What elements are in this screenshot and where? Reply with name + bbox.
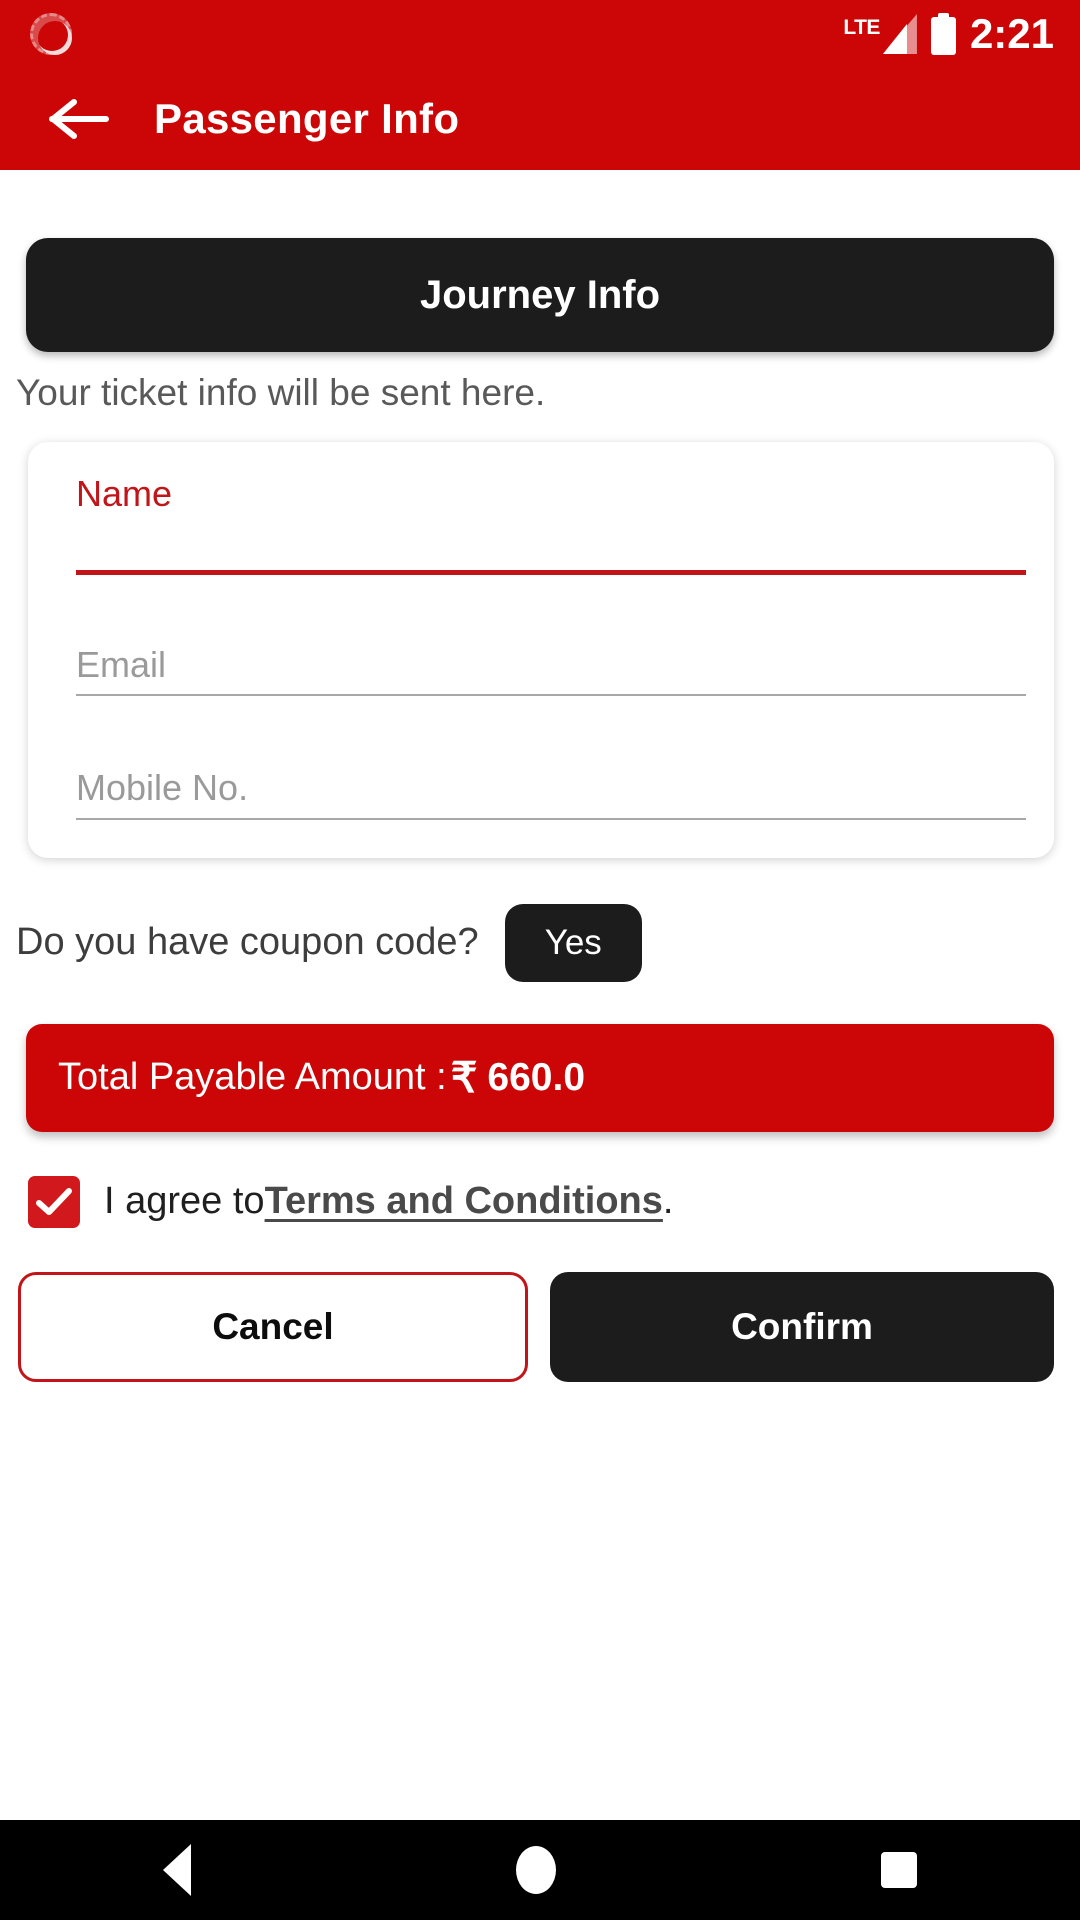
name-field[interactable]: Name: [52, 474, 1026, 575]
coupon-yes-label: Yes: [544, 922, 602, 962]
status-bar-clock: 2:21: [969, 10, 1054, 57]
android-navigation-bar: [0, 1820, 1080, 1920]
passenger-form-card: Name Email Mobile No.: [28, 442, 1054, 858]
ticket-info-note: Your ticket info will be sent here.: [16, 372, 546, 413]
app-screen: LTE 2:21 Passenger Info Journey Info You…: [0, 0, 1080, 1920]
name-field-underline: [76, 569, 1026, 575]
terms-suffix: .: [662, 1180, 674, 1223]
signal-bars-icon: [882, 14, 917, 54]
page-title: Passenger Info: [154, 95, 460, 142]
coupon-question: Do you have coupon code?: [16, 921, 479, 964]
terms-and-conditions-link[interactable]: Terms and Conditions: [265, 1180, 663, 1223]
checkmark-icon: [36, 1187, 72, 1215]
terms-checkbox[interactable]: [28, 1175, 80, 1228]
mobile-field[interactable]: Mobile No.: [52, 768, 1026, 820]
battery-full-icon: [930, 13, 956, 55]
nav-back-icon[interactable]: [162, 1844, 191, 1896]
name-field-label: Name: [76, 473, 173, 514]
email-field[interactable]: Email: [52, 643, 1026, 697]
rupee-icon: ₹: [450, 1054, 478, 1102]
coupon-yes-button[interactable]: Yes: [504, 903, 642, 982]
coupon-row: Do you have coupon code? Yes: [16, 903, 1080, 982]
journey-info-button[interactable]: Journey Info: [26, 238, 1054, 352]
terms-agreement-text: I agree to Terms and Conditions .: [104, 1180, 673, 1223]
network-label: LTE: [843, 16, 880, 39]
confirm-button-label: Confirm: [731, 1305, 873, 1347]
cancel-button-label: Cancel: [212, 1305, 334, 1347]
terms-agreement-row: I agree to Terms and Conditions .: [28, 1175, 1080, 1228]
action-buttons-row: Cancel Confirm: [18, 1271, 1054, 1382]
app-bar: Passenger Info: [0, 68, 1080, 170]
status-bar-left: [30, 13, 72, 55]
nav-recents-icon[interactable]: [881, 1852, 918, 1888]
total-payable-banner: Total Payable Amount : ₹ 660.0: [26, 1023, 1054, 1132]
email-field-underline: [76, 694, 1026, 697]
back-arrow-icon[interactable]: [48, 96, 110, 142]
status-bar: LTE 2:21: [0, 0, 1080, 68]
cancel-button[interactable]: Cancel: [18, 1271, 528, 1382]
total-payable-amount: 660.0: [487, 1055, 586, 1099]
main-content: Journey Info Your ticket info will be se…: [0, 170, 1080, 1382]
nav-home-icon[interactable]: [515, 1846, 556, 1894]
confirm-button[interactable]: Confirm: [550, 1271, 1054, 1382]
email-field-placeholder: Email: [76, 643, 167, 685]
network-status: LTE: [843, 14, 917, 54]
mobile-field-underline: [76, 817, 1026, 820]
journey-info-label: Journey Info: [419, 272, 661, 317]
status-bar-right: LTE 2:21: [843, 13, 1054, 55]
sun-notification-icon: [30, 13, 72, 55]
terms-prefix: I agree to: [104, 1180, 265, 1223]
total-payable-label: Total Payable Amount :: [58, 1056, 447, 1099]
mobile-field-placeholder: Mobile No.: [76, 767, 249, 809]
